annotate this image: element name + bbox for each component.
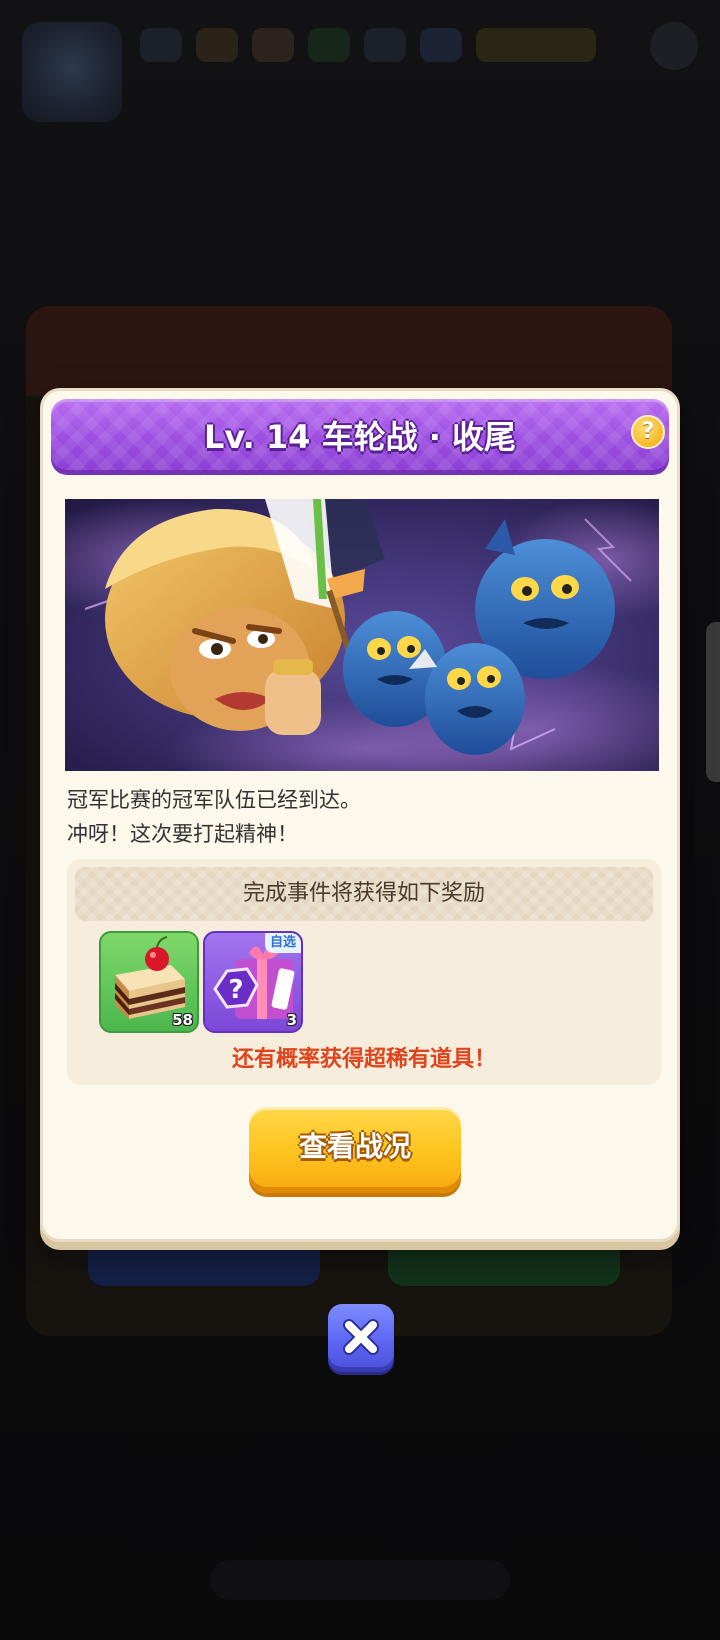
background-settings-icon	[650, 22, 698, 70]
background-avatar	[22, 22, 122, 122]
reward-panel: 完成事件将获得如下奖励 58 ? 自选 3 还有概率获得超稀有道具！	[67, 859, 661, 1085]
side-drawer-handle[interactable]	[706, 622, 720, 782]
background-green-button	[388, 1236, 620, 1286]
close-button[interactable]	[328, 1304, 394, 1372]
background-top-bar	[140, 20, 640, 70]
reward-item-list: 58 ? 自选 3	[99, 931, 303, 1033]
cake-count: 58	[172, 1011, 193, 1029]
rare-item-note: 还有概率获得超稀有道具！	[231, 1047, 496, 1072]
dialog-title: Lv. 14 车轮战 · 收尾	[203, 418, 517, 456]
reward-heading: 完成事件将获得如下奖励	[75, 867, 653, 921]
background-panel-header	[26, 306, 672, 396]
background-bottom-bar	[210, 1560, 510, 1600]
description-line-1: 冠军比赛的冠军队伍已经到达。	[67, 788, 361, 812]
reward-item-cake[interactable]: 58	[99, 931, 199, 1033]
description-line-2: 冲呀！这次要打起精神！	[67, 822, 298, 846]
mystery-gift-count: 3	[286, 1011, 297, 1029]
dialog-header: Lv. 14 车轮战 · 收尾	[51, 399, 669, 475]
view-battle-status-button[interactable]: 查看战况	[249, 1107, 461, 1193]
event-banner-image	[65, 499, 659, 771]
background-blue-button	[88, 1236, 320, 1286]
event-description: 冠军比赛的冠军队伍已经到达。 冲呀！这次要打起精神！	[67, 783, 657, 851]
choice-tag: 自选	[264, 933, 301, 953]
event-dialog: Lv. 14 车轮战 · 收尾 ? 冠军比赛的冠军队伍已经到达。 冲呀！这次要打…	[40, 388, 680, 1242]
reward-item-mystery-gift[interactable]: ? 自选 3	[203, 931, 303, 1033]
close-icon	[343, 1319, 379, 1355]
svg-text:?: ?	[228, 975, 243, 1005]
help-button[interactable]: ?	[631, 415, 665, 449]
